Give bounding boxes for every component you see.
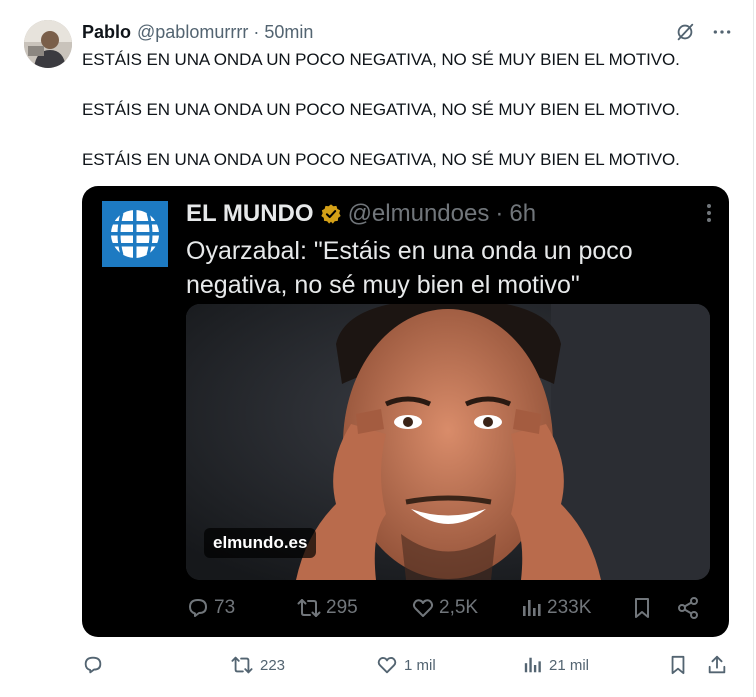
- tweet-text-line: ESTÁIS EN UNA ONDA UN POCO NEGATIVA, NO …: [82, 50, 680, 69]
- more-icon[interactable]: [699, 202, 719, 229]
- share-button[interactable]: [706, 650, 728, 680]
- quoted-like-count: 2,5K: [439, 597, 479, 618]
- tweet[interactable]: Pablo @pablomurrrr · 50min ESTÁIS EN UNA…: [0, 0, 756, 697]
- retweet-icon: [296, 596, 322, 620]
- reply-button[interactable]: [82, 650, 110, 680]
- quoted-image[interactable]: elmundo.es: [186, 304, 710, 580]
- more-icon[interactable]: [712, 22, 732, 42]
- views-button[interactable]: 21 mil: [523, 650, 589, 680]
- quoted-reply-count: 73: [214, 597, 236, 618]
- verified-badge-icon: [320, 203, 342, 225]
- bookmark-button[interactable]: [668, 650, 688, 680]
- heart-icon: [411, 596, 435, 620]
- quoted-author-handle[interactable]: @elmundoes: [348, 200, 490, 228]
- reply-icon: [82, 654, 104, 676]
- quoted-views-button[interactable]: 233K: [521, 590, 591, 626]
- divider: [753, 0, 754, 697]
- quoted-tweet-card[interactable]: EL MUNDO @elmundoes · 6h Oyarzabal: "Est…: [82, 186, 729, 637]
- share-icon: [706, 654, 728, 676]
- tweet-actions: 223 1 mil 21 mil: [82, 650, 732, 680]
- share-icon: [676, 596, 700, 620]
- quoted-reply-button[interactable]: 73: [186, 590, 235, 626]
- author-name[interactable]: Pablo: [82, 22, 131, 43]
- tweet-text-line: ESTÁIS EN UNA ONDA UN POCO NEGATIVA, NO …: [82, 150, 680, 169]
- quoted-like-button[interactable]: 2,5K: [411, 590, 478, 626]
- bookmark-icon: [668, 654, 688, 676]
- timestamp[interactable]: 50min: [264, 22, 313, 43]
- tweet-header: Pablo @pablomurrrr · 50min: [82, 20, 313, 44]
- image-watermark: elmundo.es: [204, 528, 317, 558]
- quoted-bookmark-button[interactable]: [631, 590, 653, 626]
- author-handle[interactable]: @pablomurrrr: [137, 22, 248, 43]
- quoted-actions: 73 295 2,5K 233K: [186, 590, 700, 626]
- heart-icon: [376, 654, 398, 676]
- reply-icon: [186, 596, 210, 620]
- el-mundo-logo[interactable]: [102, 201, 168, 267]
- quoted-timestamp[interactable]: 6h: [509, 200, 536, 228]
- header-actions: [674, 20, 732, 44]
- views-count: 21 mil: [549, 656, 590, 674]
- separator: ·: [495, 200, 504, 227]
- views-icon: [523, 654, 543, 676]
- views-icon: [521, 596, 543, 620]
- retweet-button[interactable]: 223: [230, 650, 285, 680]
- quoted-retweet-button[interactable]: 295: [296, 590, 358, 626]
- quoted-header: EL MUNDO @elmundoes · 6h: [186, 200, 536, 228]
- grok-icon[interactable]: [674, 21, 696, 43]
- like-count: 1 mil: [404, 656, 436, 674]
- like-button[interactable]: 1 mil: [376, 650, 436, 680]
- quoted-author-name[interactable]: EL MUNDO: [186, 200, 314, 228]
- retweet-count: 223: [260, 656, 286, 674]
- avatar[interactable]: [24, 20, 72, 68]
- quoted-share-button[interactable]: [676, 590, 700, 626]
- tweet-text-line: ESTÁIS EN UNA ONDA UN POCO NEGATIVA, NO …: [82, 100, 680, 119]
- bookmark-icon: [631, 596, 653, 620]
- quoted-views-count: 233K: [547, 597, 592, 618]
- separator: ·: [253, 21, 260, 42]
- quoted-retweet-count: 295: [326, 597, 358, 618]
- retweet-icon: [230, 654, 254, 676]
- quoted-text: Oyarzabal: "Estáis en una onda un poco n…: [186, 237, 633, 299]
